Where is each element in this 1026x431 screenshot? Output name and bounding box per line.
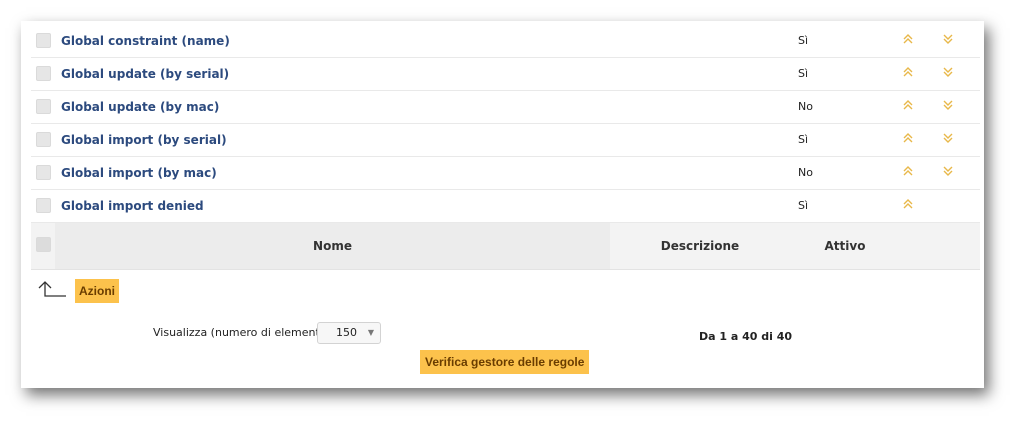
row-checkbox[interactable]: [36, 33, 51, 48]
double-chevron-up-icon[interactable]: [902, 132, 914, 144]
rule-active-value: No: [798, 166, 813, 179]
rules-panel: Global constraint (name) Sì Global update …: [21, 21, 984, 388]
rule-active-value: No: [798, 100, 813, 113]
double-chevron-down-icon[interactable]: [942, 165, 954, 177]
rule-name-link[interactable]: Global import (by serial): [61, 133, 227, 147]
double-chevron-down-icon[interactable]: [942, 33, 954, 45]
rule-active-value: Sì: [798, 34, 809, 47]
verify-rules-button[interactable]: Verifica gestore delle regole: [420, 350, 590, 374]
header-name[interactable]: Nome: [55, 239, 610, 253]
rule-name-link[interactable]: Global update (by mac): [61, 100, 219, 114]
rule-name-link[interactable]: Global update (by serial): [61, 67, 229, 81]
double-chevron-up-icon[interactable]: [902, 66, 914, 78]
rule-name-link[interactable]: Global import (by mac): [61, 166, 217, 180]
page-size-select[interactable]: 150 ▼: [317, 322, 381, 344]
double-chevron-up-icon[interactable]: [902, 33, 914, 45]
chevron-down-icon: ▼: [367, 328, 374, 337]
double-chevron-up-icon[interactable]: [902, 165, 914, 177]
table-header: Nome Descrizione Attivo: [31, 223, 980, 270]
double-chevron-up-icon[interactable]: [902, 198, 914, 210]
rule-active-value: Sì: [798, 199, 809, 212]
table-row: Global update (by serial) Sì: [31, 58, 980, 91]
row-checkbox[interactable]: [36, 198, 51, 213]
header-description[interactable]: Descrizione: [610, 239, 790, 253]
double-chevron-up-icon[interactable]: [902, 99, 914, 111]
double-chevron-down-icon[interactable]: [942, 99, 954, 111]
double-chevron-down-icon[interactable]: [942, 132, 954, 144]
arrow-return-up-icon: [36, 279, 68, 304]
actions-button[interactable]: Azioni: [75, 279, 119, 303]
pagination-range: Da 1 a 40 di 40: [699, 330, 793, 343]
row-checkbox[interactable]: [36, 99, 51, 114]
row-checkbox[interactable]: [36, 165, 51, 180]
table-row: Global import (by serial) Sì: [31, 124, 980, 157]
row-checkbox[interactable]: [36, 132, 51, 147]
rule-active-value: Sì: [798, 133, 809, 146]
table-row: Global update (by mac) No: [31, 91, 980, 124]
table-row: Global constraint (name) Sì: [31, 25, 980, 58]
page-size-label: Visualizza (numero di elementi): [153, 326, 328, 339]
select-all-checkbox[interactable]: [36, 237, 51, 252]
header-active[interactable]: Attivo: [790, 239, 900, 253]
rule-name-link[interactable]: Global constraint (name): [61, 34, 230, 48]
table-row: Global import (by mac) No: [31, 157, 980, 190]
table-row: Global import denied Sì: [31, 190, 980, 223]
row-checkbox[interactable]: [36, 66, 51, 81]
double-chevron-down-icon[interactable]: [942, 66, 954, 78]
rule-active-value: Sì: [798, 67, 809, 80]
rule-name-link[interactable]: Global import denied: [61, 199, 204, 213]
page-size-value: 150: [336, 326, 357, 339]
